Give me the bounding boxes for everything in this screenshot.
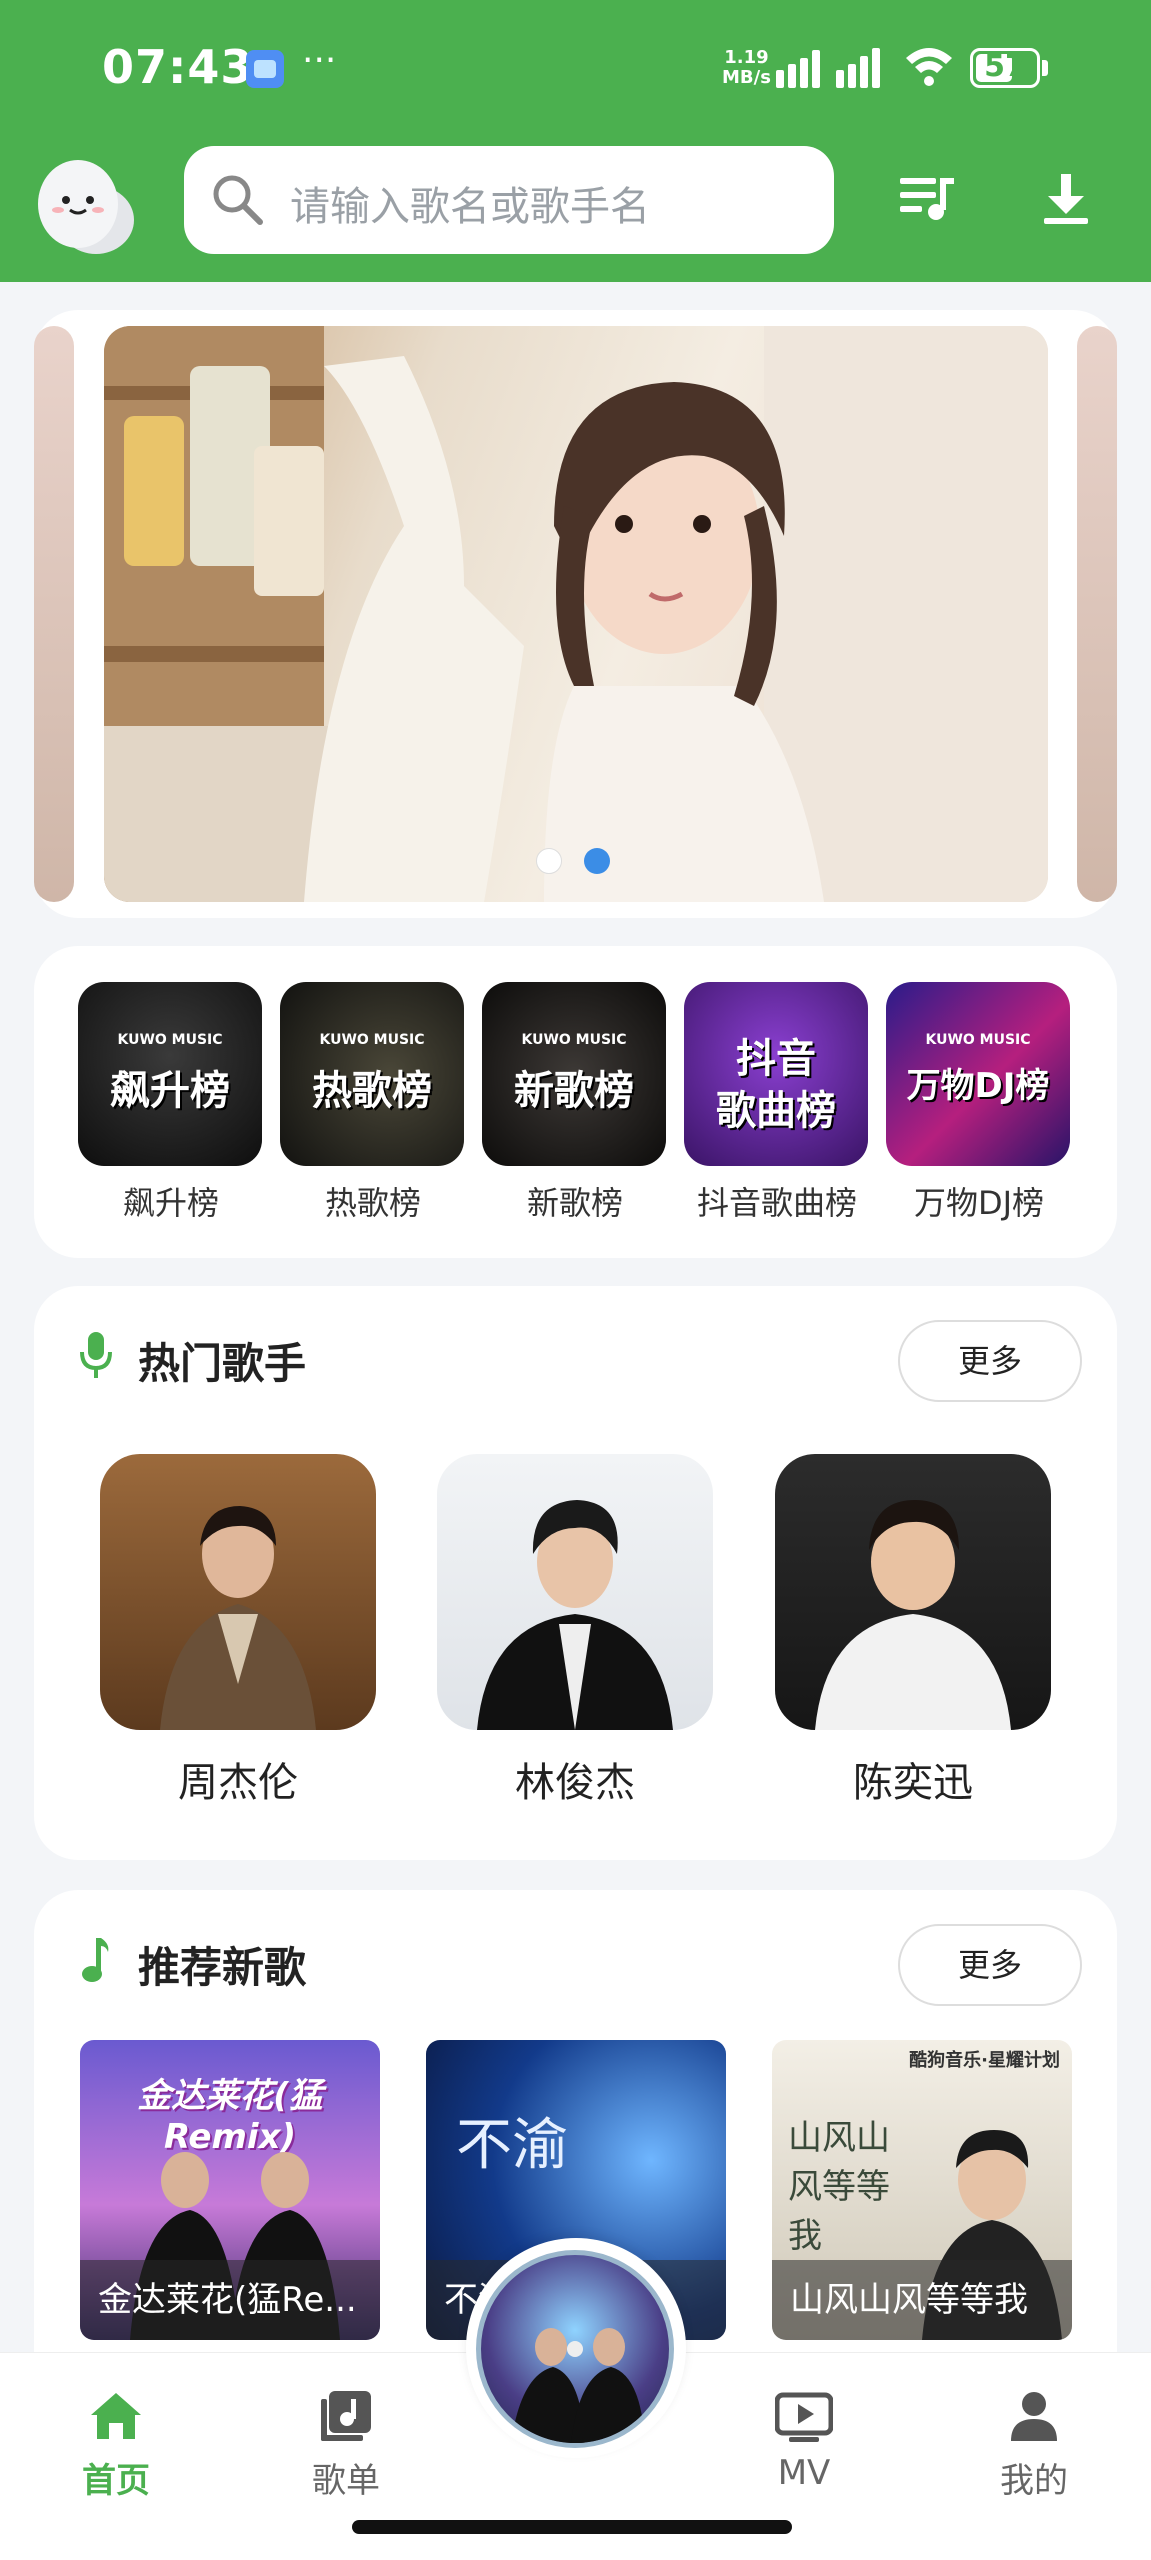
search-input[interactable]: 请输入歌名或歌手名 [184, 146, 834, 254]
song-caption: 山风山风等等我 [772, 2260, 1072, 2340]
chart-cover-title: 万物DJ榜 [906, 1066, 1050, 1106]
nav-item-mv[interactable]: MV [744, 2387, 864, 2493]
nav-item-home[interactable]: 首页 [56, 2387, 176, 2502]
app-logo[interactable] [30, 148, 142, 260]
chart-cover: KUWO MUSIC 飙升榜 [78, 982, 262, 1166]
magnifier-icon [213, 175, 263, 225]
chart-label: 抖音歌曲榜 [696, 1184, 857, 1222]
new-songs-more-button[interactable]: 更多 [898, 1924, 1082, 2006]
singer-avatar [100, 1454, 376, 1730]
section-title-hot-singers: 热门歌手 [138, 1339, 307, 1388]
chart-cover-title: 飙升榜 [110, 1068, 230, 1114]
album-icon [321, 2391, 371, 2441]
chart-list-card: KUWO MUSIC 飙升榜 飙升榜 KUWO MUSIC 热歌榜 热歌榜 KU… [34, 946, 1117, 1258]
nav-item-me[interactable]: 我的 [974, 2387, 1094, 2502]
nav-label: 歌单 [312, 2461, 380, 2501]
singer-item[interactable]: 陈奕迅 [775, 1454, 1051, 1808]
song-card[interactable]: 金达莱花(猛Remix) 金达莱花(猛Re... [80, 2040, 380, 2340]
tv-play-icon [775, 2392, 833, 2442]
banner-photo-illustration [104, 326, 1048, 902]
singer-name: 林俊杰 [515, 1760, 635, 1806]
nav-label: 首页 [82, 2461, 150, 2501]
chart-cover-title: 新歌榜 [514, 1068, 634, 1114]
battery-icon: 57 [970, 48, 1040, 88]
chart-cover-brand: KUWO MUSIC [319, 1032, 425, 1048]
chart-label: 万物DJ榜 [913, 1184, 1045, 1222]
chart-item-hot[interactable]: KUWO MUSIC 热歌榜 热歌榜 [280, 982, 466, 1224]
download-icon[interactable] [1036, 168, 1096, 228]
banner-dot-2-active[interactable] [584, 848, 610, 874]
chart-label: 新歌榜 [526, 1184, 623, 1222]
chart-cover: KUWO MUSIC 万物DJ榜 [886, 982, 1070, 1166]
nav-label: 我的 [1000, 2461, 1068, 2501]
banner-carousel[interactable] [34, 310, 1117, 918]
music-queue-icon[interactable] [896, 168, 956, 228]
chart-cover-title: 热歌榜 [312, 1068, 432, 1114]
network-speed-value: 1.19 [724, 47, 769, 68]
singer-avatar [437, 1454, 713, 1730]
singer-photo-illustration [477, 1500, 673, 1730]
status-time: 07:43 [102, 40, 254, 94]
banner-prev-peek[interactable] [34, 326, 74, 902]
chart-item-surge[interactable]: KUWO MUSIC 飙升榜 飙升榜 [78, 982, 264, 1224]
chart-cover-brand: KUWO MUSIC [521, 1032, 627, 1048]
banner-dot-1[interactable] [536, 848, 562, 874]
search-placeholder: 请输入歌名或歌手名 [290, 184, 650, 230]
hot-singers-more-button[interactable]: 更多 [898, 1320, 1082, 1402]
singer-avatar [775, 1454, 1051, 1730]
section-title-new-songs: 推荐新歌 [138, 1943, 307, 1992]
chart-item-new[interactable]: KUWO MUSIC 新歌榜 新歌榜 [482, 982, 668, 1224]
chart-cover-brand: KUWO MUSIC [925, 1032, 1031, 1048]
singer-name: 陈奕迅 [853, 1760, 973, 1806]
song-cover-title: 不渝 [456, 2113, 568, 2178]
chart-label: 飙升榜 [122, 1184, 219, 1222]
chart-label: 热歌榜 [324, 1184, 421, 1222]
person-icon [1011, 2392, 1057, 2441]
status-bar: 07:43 ··· 1.19 MB/s 57 [0, 0, 1151, 140]
singer-photo-illustration [160, 1506, 316, 1730]
battery-tip [1042, 60, 1048, 76]
song-card[interactable]: 酷狗音乐·星耀计划 山风山风等等我 山风山风等等我 [772, 2040, 1072, 2340]
microphone-icon [80, 1332, 112, 1378]
chart-cover-title-line2: 歌曲榜 [716, 1088, 836, 1134]
nav-item-playlist[interactable]: 歌单 [286, 2387, 406, 2502]
home-icon [91, 2393, 141, 2439]
now-playing-cover-illustration [511, 2328, 645, 2443]
more-notifications-icon: ··· [302, 40, 337, 81]
chart-cover-title-line1: 抖音 [736, 1036, 816, 1082]
singer-name: 周杰伦 [178, 1760, 298, 1806]
hot-singers-card: 热门歌手 更多 周杰伦 林俊杰 陈奕迅 [34, 1286, 1117, 1860]
chart-cover: 抖音 歌曲榜 [684, 982, 868, 1166]
wifi-icon [906, 48, 952, 86]
singer-item[interactable]: 周杰伦 [100, 1454, 376, 1808]
now-playing-disc[interactable] [476, 2250, 674, 2448]
home-indicator[interactable] [352, 2520, 792, 2534]
song-caption: 金达莱花(猛Re... [80, 2260, 380, 2340]
app-header: 07:43 ··· 1.19 MB/s 57 请输入歌名或歌手名 [0, 0, 1151, 282]
music-note-icon [82, 1938, 109, 1982]
banner-image[interactable] [104, 326, 1048, 902]
nav-label: MV [777, 2453, 831, 2493]
singer-photo-illustration [815, 1500, 1011, 1730]
chart-item-douyin[interactable]: 抖音 歌曲榜 抖音歌曲榜 [684, 982, 870, 1224]
singer-item[interactable]: 林俊杰 [437, 1454, 713, 1808]
battery-percent: 57 [984, 49, 1026, 84]
network-speed: 1.19 MB/s [722, 48, 771, 88]
network-speed-unit: MB/s [722, 67, 771, 88]
banner-next-peek[interactable] [1077, 326, 1117, 902]
chart-item-dj[interactable]: KUWO MUSIC 万物DJ榜 万物DJ榜 [886, 982, 1072, 1224]
chart-cover: KUWO MUSIC 新歌榜 [482, 982, 666, 1166]
chart-cover: KUWO MUSIC 热歌榜 [280, 982, 464, 1166]
cellular-signal-icon [776, 48, 880, 88]
notification-app-icon [246, 50, 284, 88]
chart-cover-brand: KUWO MUSIC [117, 1032, 223, 1048]
